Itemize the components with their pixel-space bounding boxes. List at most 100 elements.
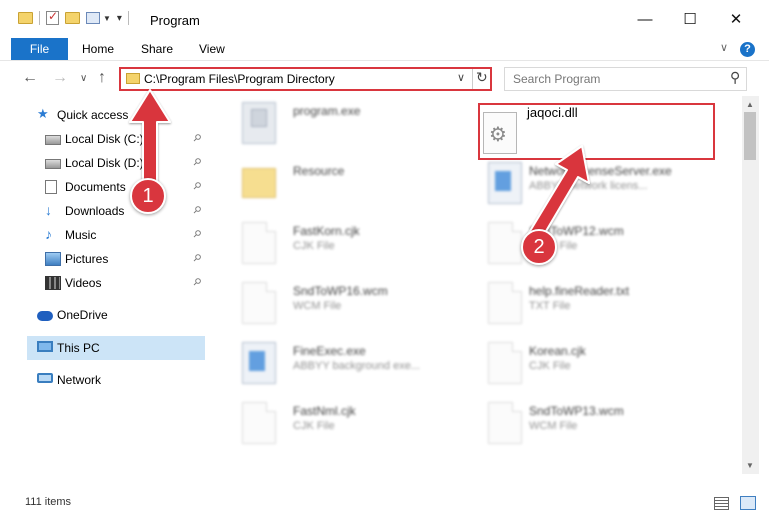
new-folder-icon[interactable] bbox=[65, 12, 80, 24]
exe-file-icon bbox=[242, 102, 276, 144]
minimize-button[interactable]: — bbox=[622, 6, 668, 34]
title-bar: ▼ ▾ Program — ☐ ✕ bbox=[0, 0, 769, 38]
details-view-icon[interactable] bbox=[714, 497, 729, 510]
item-count: 111 items bbox=[25, 496, 72, 508]
app-file-icon bbox=[242, 342, 276, 384]
refresh-icon[interactable]: ↻ bbox=[476, 69, 488, 86]
sidebar-item-label: OneDrive bbox=[57, 308, 108, 322]
file-type: CJK File bbox=[293, 420, 335, 432]
dll-file-name[interactable]: jaqoci.dll bbox=[527, 105, 578, 120]
document-file-icon bbox=[488, 342, 522, 384]
sidebar-item-onedrive[interactable]: OneDrive bbox=[37, 304, 197, 326]
drive-icon bbox=[45, 135, 61, 145]
tab-view[interactable]: View bbox=[199, 38, 225, 60]
scroll-thumb[interactable] bbox=[744, 112, 756, 160]
sidebar-item-videos[interactable]: Videos bbox=[45, 272, 195, 294]
cloud-icon bbox=[37, 311, 53, 321]
sidebar-item-downloads[interactable]: ↓ Downloads bbox=[45, 200, 195, 222]
file-item[interactable]: program.exe bbox=[220, 102, 460, 158]
file-type: TXT File bbox=[529, 300, 571, 312]
chevron-down-icon[interactable]: ∨ bbox=[457, 71, 465, 84]
close-button[interactable]: ✕ bbox=[713, 6, 759, 34]
folder-icon bbox=[18, 12, 33, 24]
file-item[interactable]: NetworkLicenseServer.exe ABBYY network l… bbox=[466, 162, 706, 218]
file-item[interactable]: SndToWP13.wcm WCM File bbox=[466, 402, 706, 458]
vertical-scrollbar[interactable]: ▲ ▼ bbox=[742, 96, 759, 474]
forward-icon[interactable]: → bbox=[52, 69, 68, 87]
file-type: ABBYY background exe... bbox=[293, 360, 420, 372]
computer-icon bbox=[37, 341, 53, 352]
chevron-down-icon[interactable]: ▼ bbox=[103, 14, 111, 23]
scroll-down-icon[interactable]: ▼ bbox=[746, 461, 754, 470]
file-name: NetworkLicenseServer.exe bbox=[529, 164, 672, 178]
sidebar-item-label: Quick access bbox=[57, 108, 129, 122]
recent-locations-icon[interactable]: ∨ bbox=[80, 73, 87, 84]
file-item[interactable]: SndToWP16.wcm WCM File bbox=[220, 282, 460, 338]
sidebar-item-local-disk-c[interactable]: Local Disk (C:) bbox=[45, 128, 195, 150]
dll-gear-icon[interactable] bbox=[483, 112, 517, 154]
tab-home[interactable]: Home bbox=[82, 38, 114, 60]
sidebar-item-this-pc[interactable]: This PC bbox=[37, 337, 197, 359]
expand-ribbon-icon[interactable]: ∨ bbox=[720, 41, 728, 54]
sidebar-item-quick-access[interactable]: ★ Quick access bbox=[37, 104, 197, 126]
search-icon[interactable]: ⚲ bbox=[730, 69, 740, 86]
file-name: program.exe bbox=[293, 104, 361, 118]
sidebar-item-music[interactable]: ♪ Music bbox=[45, 224, 195, 246]
step-1-badge: 1 bbox=[130, 178, 166, 214]
file-item[interactable]: Korean.cjk CJK File bbox=[466, 342, 706, 398]
help-icon[interactable]: ? bbox=[740, 42, 755, 57]
customize-view-icon[interactable] bbox=[86, 12, 100, 24]
window-title: Program bbox=[150, 13, 200, 28]
app-file-icon bbox=[488, 162, 522, 204]
large-icons-view-icon[interactable] bbox=[740, 496, 756, 510]
file-name: FineExec.exe bbox=[293, 344, 366, 358]
scroll-up-icon[interactable]: ▲ bbox=[746, 100, 754, 109]
network-icon bbox=[37, 373, 53, 383]
file-type: CJK File bbox=[293, 240, 335, 252]
file-name: SndToWP16.wcm bbox=[293, 284, 388, 298]
sidebar-item-label: Music bbox=[65, 228, 97, 242]
document-file-icon bbox=[488, 222, 522, 264]
toolbar-divider bbox=[127, 11, 129, 25]
sidebar-item-network[interactable]: Network bbox=[37, 369, 197, 391]
sidebar-item-label: Network bbox=[57, 373, 102, 387]
file-item[interactable]: SndToWP12.wcm WCM File bbox=[466, 222, 706, 278]
sidebar-item-local-disk-d[interactable]: Local Disk (D:) bbox=[45, 152, 195, 174]
ribbon-tabs: File Home Share View ∨ bbox=[0, 38, 769, 60]
document-file-icon bbox=[242, 282, 276, 324]
file-item[interactable]: help.fineReader.txt TXT File bbox=[466, 282, 706, 338]
music-icon: ♪ bbox=[45, 226, 52, 242]
back-icon[interactable]: ← bbox=[22, 69, 38, 87]
document-file-icon bbox=[488, 282, 522, 324]
videos-icon bbox=[45, 276, 61, 290]
sidebar-item-pictures[interactable]: Pictures bbox=[45, 248, 195, 270]
address-path[interactable]: C:\Program Files\Program Directory bbox=[144, 72, 335, 86]
tab-file[interactable]: File bbox=[11, 38, 68, 60]
properties-check-icon[interactable] bbox=[46, 9, 59, 25]
quick-access-toolbar: ▼ ▾ bbox=[18, 9, 135, 25]
folder-item[interactable]: Resource bbox=[220, 162, 460, 218]
up-icon[interactable]: ↑ bbox=[98, 69, 106, 87]
maximize-button[interactable]: ☐ bbox=[667, 6, 713, 34]
customize-quick-access-icon[interactable]: ▾ bbox=[117, 13, 122, 24]
download-icon: ↓ bbox=[45, 202, 52, 218]
sidebar-item-label: This PC bbox=[57, 341, 100, 355]
file-item[interactable]: FastNml.cjk CJK File bbox=[220, 402, 460, 458]
sidebar-item-label: Pictures bbox=[65, 252, 109, 266]
sidebar-item-documents[interactable]: Documents bbox=[45, 176, 195, 198]
address-bar[interactable]: C:\Program Files\Program Directory ∨ ↻ bbox=[119, 67, 492, 91]
document-file-icon bbox=[242, 222, 276, 264]
search-input[interactable]: Search Program ⚲ bbox=[504, 67, 747, 91]
file-name: SndToWP13.wcm bbox=[529, 404, 624, 418]
file-item[interactable]: FineExec.exe ABBYY background exe... bbox=[220, 342, 460, 398]
toolbar-divider bbox=[39, 11, 40, 25]
sidebar-item-label: Local Disk (D:) bbox=[65, 156, 144, 170]
tab-share[interactable]: Share bbox=[141, 38, 173, 60]
file-type: ABBYY network licens... bbox=[529, 180, 648, 192]
file-item[interactable]: FastKorn.cjk CJK File bbox=[220, 222, 460, 278]
document-file-icon bbox=[242, 402, 276, 444]
file-type: WCM File bbox=[529, 420, 578, 432]
window-bottom-edge bbox=[0, 516, 769, 532]
file-name: Resource bbox=[293, 164, 345, 178]
file-type: WCM File bbox=[293, 300, 342, 312]
